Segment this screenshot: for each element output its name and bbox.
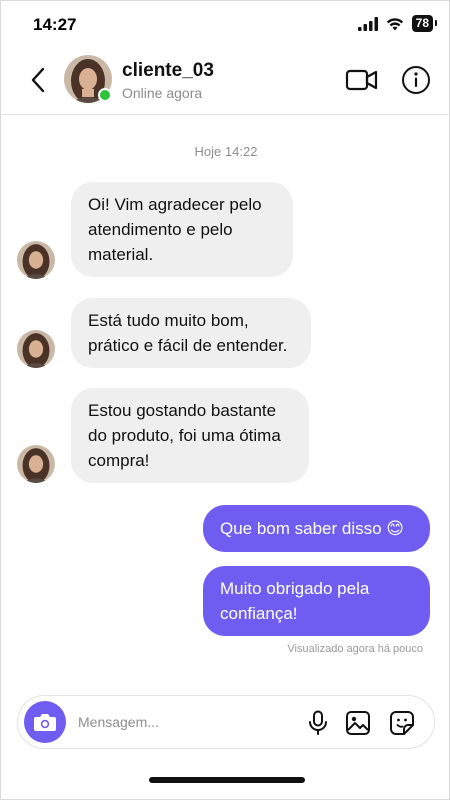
microphone-button[interactable] bbox=[306, 710, 330, 736]
message-outgoing[interactable]: Que bom saber disso 😊 bbox=[203, 505, 430, 552]
sender-avatar bbox=[17, 445, 55, 483]
sender-avatar bbox=[17, 241, 55, 279]
message-input[interactable] bbox=[78, 710, 298, 734]
online-indicator bbox=[98, 88, 112, 102]
gallery-button[interactable] bbox=[344, 709, 372, 737]
status-time: 14:27 bbox=[33, 15, 77, 34]
message-incoming[interactable]: Oi! Vim agradecer pelo atendimento e pel… bbox=[71, 182, 293, 277]
date-separator: Hoje 14:22 bbox=[194, 144, 258, 159]
camera-button[interactable] bbox=[24, 701, 66, 743]
back-icon bbox=[31, 67, 45, 93]
back-button[interactable] bbox=[23, 63, 53, 97]
message-incoming[interactable]: Estou gostando bastante do produto, foi … bbox=[71, 388, 309, 483]
sticker-icon bbox=[390, 711, 414, 735]
contact-status: Online agora bbox=[122, 85, 203, 101]
status-bar: 14:27 78 bbox=[1, 1, 450, 47]
message-outgoing[interactable]: Muito obrigado pela confiança! bbox=[203, 566, 430, 636]
message-incoming[interactable]: Está tudo muito bom, prático e fácil de … bbox=[71, 298, 311, 368]
battery-indicator: 78 bbox=[411, 15, 438, 32]
phone-frame: 14:27 78 cliente_03 Online agora Hoje 14… bbox=[0, 0, 450, 800]
info-button[interactable] bbox=[401, 65, 431, 95]
video-call-icon bbox=[345, 69, 378, 91]
home-indicator[interactable] bbox=[149, 777, 305, 783]
status-icons: 78 bbox=[357, 15, 438, 32]
info-icon bbox=[402, 66, 430, 94]
message-composer bbox=[17, 695, 435, 749]
video-call-button[interactable] bbox=[345, 65, 379, 95]
wifi-icon bbox=[386, 17, 403, 30]
camera-icon bbox=[34, 714, 56, 731]
sticker-button[interactable] bbox=[388, 709, 416, 737]
microphone-icon bbox=[309, 710, 327, 735]
image-icon bbox=[346, 711, 370, 735]
signal-icon bbox=[357, 16, 378, 31]
chat-header: cliente_03 Online agora bbox=[1, 47, 450, 115]
sender-avatar bbox=[17, 330, 55, 368]
contact-name[interactable]: cliente_03 bbox=[122, 60, 214, 82]
seen-status: Visualizado agora há pouco bbox=[287, 643, 423, 655]
